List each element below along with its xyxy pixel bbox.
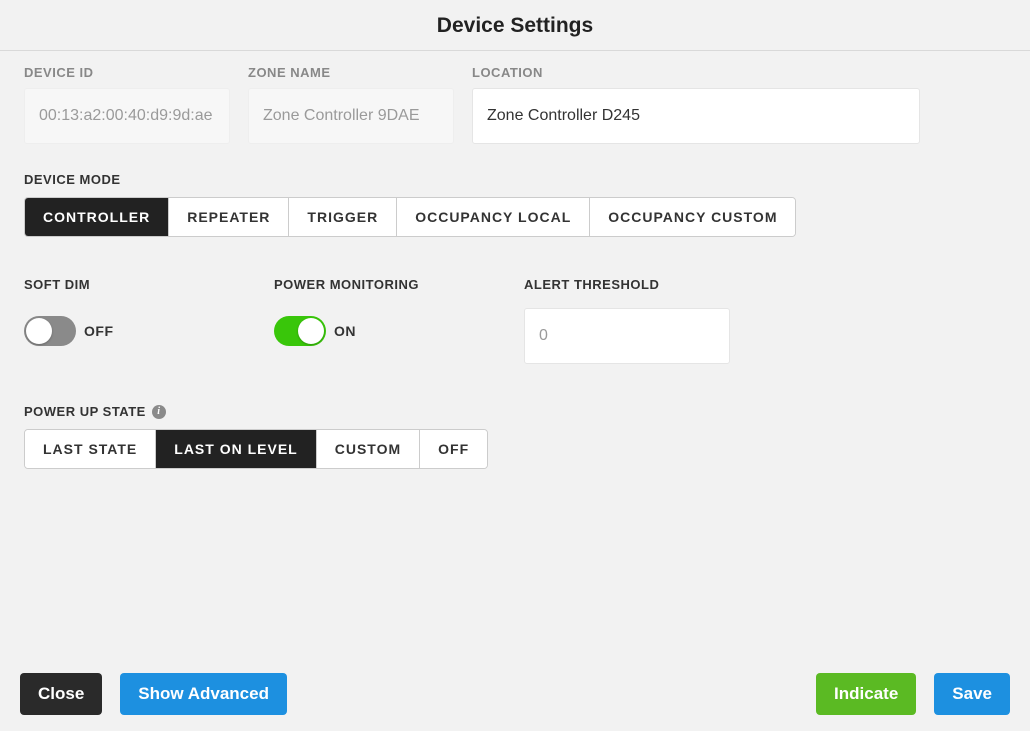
device-mode-option-occupancy-local[interactable]: OCCUPANCY LOCAL [397, 198, 590, 236]
alert-threshold-label: ALERT THRESHOLD [524, 277, 730, 292]
soft-dim-state: OFF [84, 323, 114, 339]
dialog-content: DEVICE ID ZONE NAME LOCATION DEVICE MODE… [0, 51, 1030, 657]
power-up-option-off[interactable]: OFF [420, 430, 487, 468]
zone-name-label: ZONE NAME [248, 65, 454, 80]
power-monitoring-state: ON [334, 323, 356, 339]
title-bar: Device Settings [0, 0, 1030, 51]
device-mode-group: CONTROLLERREPEATERTRIGGEROCCUPANCY LOCAL… [24, 197, 796, 237]
device-mode-section: DEVICE MODE CONTROLLERREPEATERTRIGGEROCC… [24, 172, 1006, 237]
save-button[interactable]: Save [934, 673, 1010, 715]
device-mode-label: DEVICE MODE [24, 172, 1006, 187]
indicate-button[interactable]: Indicate [816, 673, 916, 715]
zone-name-field: ZONE NAME [248, 65, 454, 144]
location-input[interactable] [472, 88, 920, 144]
device-mode-option-occupancy-custom[interactable]: OCCUPANCY CUSTOM [590, 198, 795, 236]
soft-dim-field: SOFT DIM OFF [24, 277, 214, 364]
dialog-title: Device Settings [0, 14, 1030, 38]
close-button[interactable]: Close [20, 673, 102, 715]
power-monitoring-field: POWER MONITORING ON [274, 277, 464, 364]
toggles-row: SOFT DIM OFF POWER MONITORING ON ALERT T… [24, 277, 1006, 364]
device-id-label: DEVICE ID [24, 65, 230, 80]
soft-dim-toggle[interactable] [24, 316, 76, 346]
location-field: LOCATION [472, 65, 920, 144]
power-up-state-label: POWER UP STATE i [24, 404, 1006, 419]
device-id-input [24, 88, 230, 144]
power-monitoring-toggle-wrap: ON [274, 316, 464, 346]
toggle-knob [26, 318, 52, 344]
power-up-option-last-state[interactable]: LAST STATE [25, 430, 156, 468]
power-monitoring-toggle[interactable] [274, 316, 326, 346]
power-up-option-last-on-level[interactable]: LAST ON LEVEL [156, 430, 316, 468]
power-up-state-section: POWER UP STATE i LAST STATELAST ON LEVEL… [24, 404, 1006, 469]
device-mode-option-controller[interactable]: CONTROLLER [25, 198, 169, 236]
dialog-footer: Close Show Advanced Indicate Save [0, 657, 1030, 731]
zone-name-input [248, 88, 454, 144]
power-up-option-custom[interactable]: CUSTOM [317, 430, 420, 468]
device-id-field: DEVICE ID [24, 65, 230, 144]
device-settings-dialog: Device Settings DEVICE ID ZONE NAME LOCA… [0, 0, 1030, 731]
power-monitoring-label: POWER MONITORING [274, 277, 464, 292]
location-label: LOCATION [472, 65, 920, 80]
power-up-state-label-text: POWER UP STATE [24, 404, 146, 419]
device-mode-option-trigger[interactable]: TRIGGER [289, 198, 397, 236]
soft-dim-label: SOFT DIM [24, 277, 214, 292]
show-advanced-button[interactable]: Show Advanced [120, 673, 287, 715]
soft-dim-toggle-wrap: OFF [24, 316, 214, 346]
device-mode-option-repeater[interactable]: REPEATER [169, 198, 289, 236]
toggle-knob [298, 318, 324, 344]
power-up-state-group: LAST STATELAST ON LEVELCUSTOMOFF [24, 429, 488, 469]
info-icon[interactable]: i [152, 405, 166, 419]
alert-threshold-field: ALERT THRESHOLD [524, 277, 730, 364]
alert-threshold-input[interactable] [524, 308, 730, 364]
id-row: DEVICE ID ZONE NAME LOCATION [24, 65, 1006, 144]
